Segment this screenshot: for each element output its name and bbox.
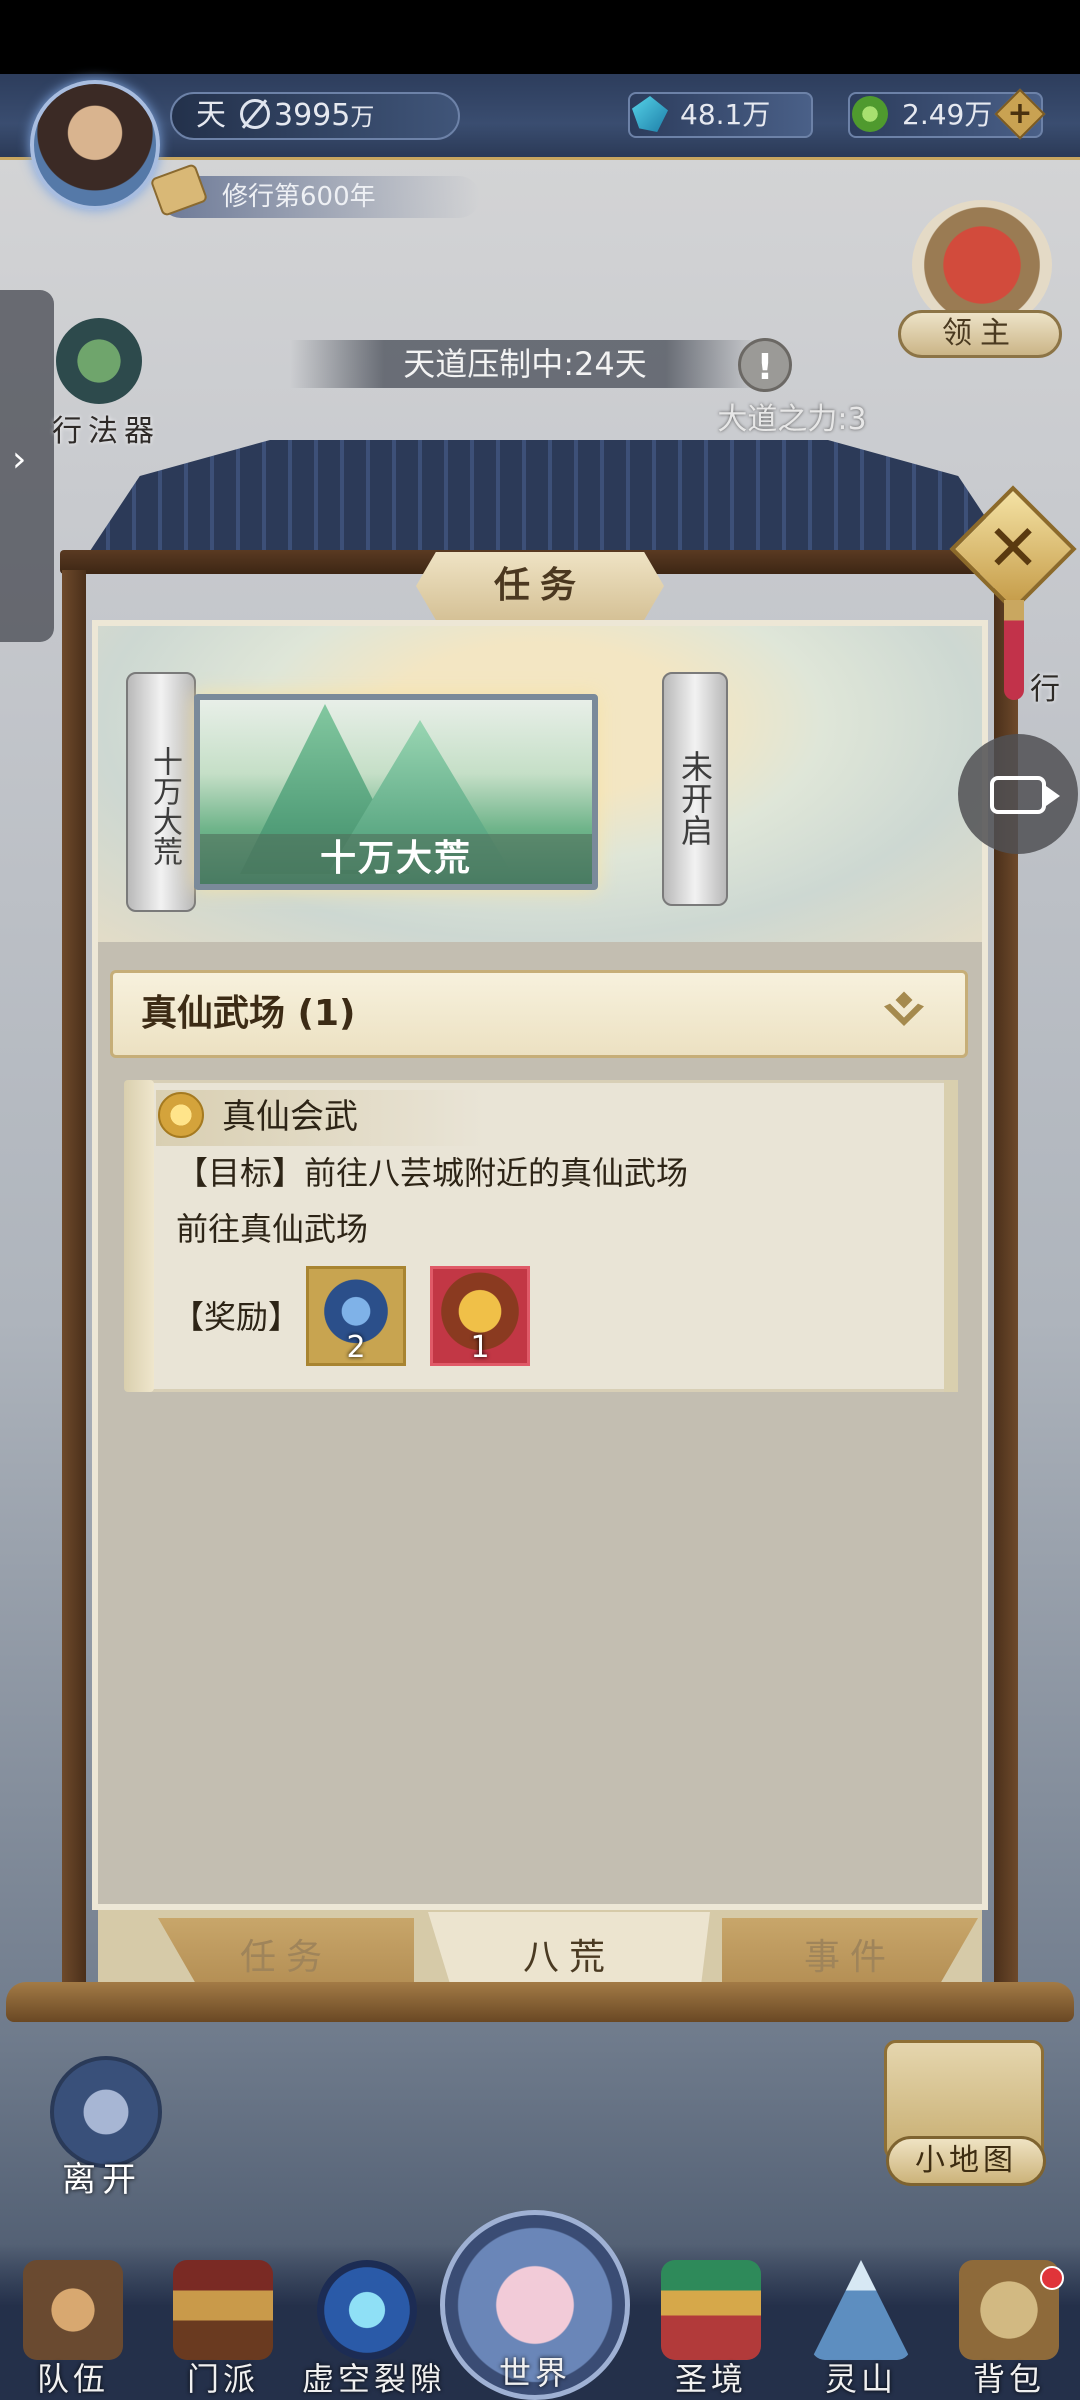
combat-power-icon: [240, 99, 270, 129]
notification-badge: [1040, 2266, 1064, 2290]
right-side-label: 行: [1030, 672, 1060, 707]
status-bar: [0, 0, 1080, 74]
task-card-scroll-edge: [124, 1080, 154, 1392]
nav-holy-realm-label: 圣境: [674, 2360, 747, 2398]
realm-power-display: 天 3995万: [170, 92, 460, 140]
video-camera-icon: [990, 776, 1060, 814]
sect-icon: [173, 2260, 273, 2360]
close-icon[interactable]: ✕: [968, 504, 1058, 594]
nav-void-rift-label: 虚空裂隙: [302, 2360, 447, 2398]
category-header[interactable]: 真仙武场 (1): [110, 970, 968, 1058]
realm-label: 天: [196, 98, 226, 133]
plus-icon: +: [1007, 96, 1033, 131]
reward-count: 2: [346, 1330, 366, 1365]
task-card-scroll-edge: [944, 1080, 958, 1392]
jade-coin-icon: [852, 96, 888, 132]
artifact-icon[interactable]: [56, 318, 142, 404]
jade-value: 2.49万: [902, 98, 993, 131]
reward-label: 【奖励】: [172, 1298, 301, 1336]
category-title: 真仙武场 (1): [141, 993, 356, 1034]
task-description: 前往真仙武场: [176, 1210, 369, 1248]
nav-spirit-mountain[interactable]: 灵山: [796, 2250, 926, 2400]
spirit-mountain-icon: [811, 2260, 911, 2360]
nav-sect[interactable]: 门派: [158, 2250, 288, 2400]
nav-backpack-label: 背包: [972, 2360, 1045, 2398]
combat-power-unit: 万: [350, 103, 375, 131]
nav-sect-label: 门派: [186, 2360, 259, 2398]
combat-power-value: 3995: [274, 98, 351, 133]
chevron-right-icon[interactable]: ›: [12, 440, 42, 480]
void-rift-icon: [317, 2260, 417, 2360]
nav-team[interactable]: 队伍: [8, 2250, 138, 2400]
cultivation-years-text: 修行第600年: [222, 182, 376, 212]
player-avatar[interactable]: [30, 80, 160, 210]
nav-spirit-mountain-label: 灵山: [824, 2360, 897, 2398]
nav-holy-realm[interactable]: 圣境: [646, 2250, 776, 2400]
nav-world-label[interactable]: 世界: [470, 2348, 600, 2392]
tassel-decoration: [1004, 600, 1024, 700]
panel-title: 任务: [416, 552, 664, 620]
task-title: 真仙会武: [222, 1097, 358, 1137]
nav-void-rift[interactable]: 虚空裂隙: [302, 2250, 447, 2400]
heaven-suppression-banner: 天道压制中:24天: [290, 340, 760, 388]
pavilion-roof: [84, 440, 1014, 560]
dao-power-text: 大道之力:3: [717, 402, 867, 437]
team-icon: [23, 2260, 123, 2360]
task-goal: 【目标】前往八芸城附近的真仙武场: [176, 1154, 689, 1192]
spirit-stone-value: 48.1万: [680, 98, 771, 131]
nav-team-label: 队伍: [36, 2360, 109, 2398]
collapse-chevron-icon[interactable]: [880, 994, 928, 1034]
exclamation-icon[interactable]: !: [738, 338, 792, 392]
leave-button[interactable]: 离开: [62, 2152, 172, 2200]
frame-pillar-left: [62, 570, 86, 1990]
region-scroll-left-label: 十万大荒: [147, 746, 182, 866]
region-card-label: 十万大荒: [200, 834, 592, 884]
minimap-button[interactable]: 小地图: [886, 2136, 1046, 2186]
task-quest-icon: [158, 1092, 204, 1138]
lord-button[interactable]: 领主: [898, 310, 1062, 358]
artifact-label: 行法器: [52, 414, 160, 449]
panel-base-beam: [6, 1982, 1074, 2022]
cultivation-years: 修行第600年: [160, 176, 480, 218]
holy-realm-icon: [661, 2260, 761, 2360]
region-scroll-right-label: 未开启: [676, 750, 714, 846]
reward-count: 1: [470, 1330, 490, 1365]
